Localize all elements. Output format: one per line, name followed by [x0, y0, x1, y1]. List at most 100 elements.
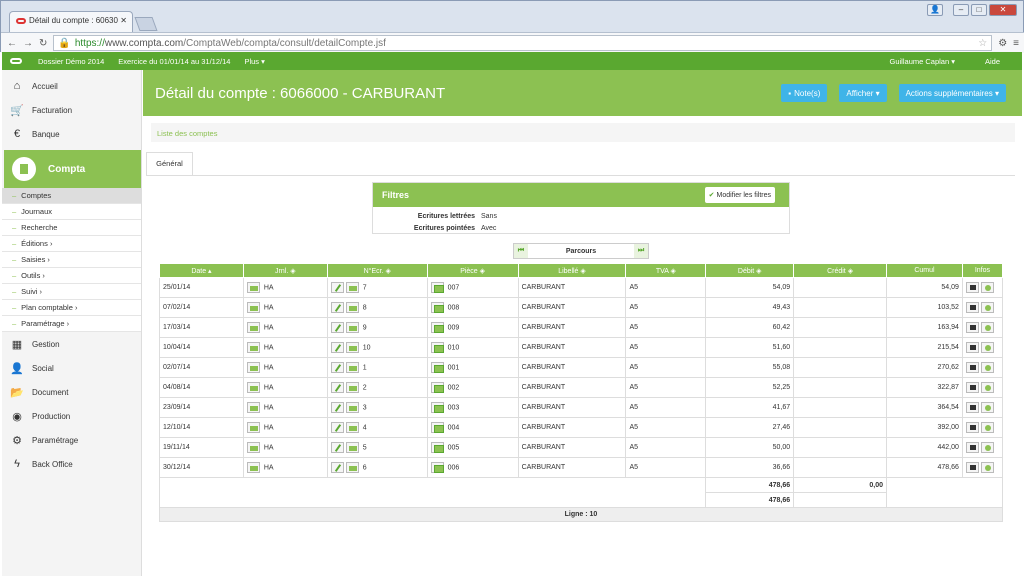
bookmark-star-icon[interactable]: ☆ — [978, 38, 987, 49]
maximize-button[interactable]: □ — [971, 4, 987, 16]
table-row[interactable]: 25/01/14 HA 7 007 CARBURANT A5 54,09 54,09 — [159, 277, 1004, 298]
new-tab-button[interactable] — [134, 17, 158, 31]
back-icon[interactable]: ← — [7, 38, 17, 49]
view-icon[interactable] — [980, 302, 994, 313]
folder-icon[interactable] — [345, 462, 359, 473]
comment-icon[interactable] — [965, 382, 979, 393]
sidebar-item-accueil[interactable]: ⌂ Accueil — [2, 74, 141, 98]
subnav-suivi[interactable]: – Suivi › — [2, 284, 141, 300]
sidebar-item-facturation[interactable]: 🛒 Facturation — [2, 98, 141, 122]
dossier-label[interactable]: Dossier Démo 2014 — [38, 57, 104, 66]
view-icon[interactable] — [980, 362, 994, 373]
image-icon[interactable] — [430, 282, 444, 293]
table-row[interactable]: 07/02/14 HA 8 008 CARBURANT A5 49,43 103,52 — [159, 297, 1004, 318]
subnav-recherche[interactable]: – Recherche — [2, 220, 141, 236]
edit-icon[interactable] — [330, 282, 344, 293]
table-row[interactable]: 19/11/14 HA 5 005 CARBURANT A5 50,00 442,00 — [159, 437, 1004, 458]
table-row[interactable]: 04/08/14 HA 2 002 CARBURANT A5 52,25 322,87 — [159, 377, 1004, 398]
notes-button[interactable]: ▪ Note(s) — [781, 84, 828, 102]
image-icon[interactable] — [430, 382, 444, 393]
edit-icon[interactable] — [330, 382, 344, 393]
column-header[interactable]: Pièce ◈ — [426, 263, 519, 278]
table-row[interactable]: 02/07/14 HA 1 001 CARBURANT A5 55,08 270,62 — [159, 357, 1004, 378]
image-icon[interactable] — [430, 362, 444, 373]
reload-icon[interactable]: ↻ — [39, 38, 47, 49]
comment-icon[interactable] — [965, 322, 979, 333]
table-row[interactable]: 30/12/14 HA 6 006 CARBURANT A5 36,66 478,66 — [159, 457, 1004, 478]
folder-icon[interactable] — [246, 382, 260, 393]
comment-icon[interactable] — [965, 302, 979, 313]
minimize-button[interactable]: – — [953, 4, 969, 16]
sidebar-item-production[interactable]: ◉ Production — [2, 404, 141, 428]
folder-icon[interactable] — [246, 302, 260, 313]
settings-icon[interactable]: ⚙ — [998, 38, 1007, 49]
last-page-icon[interactable]: ⏭ — [634, 244, 648, 258]
profile-icon[interactable]: 👤 — [927, 4, 943, 16]
image-icon[interactable] — [430, 322, 444, 333]
first-page-icon[interactable]: ⏮ — [514, 244, 528, 258]
image-icon[interactable] — [430, 422, 444, 433]
comment-icon[interactable] — [965, 442, 979, 453]
edit-icon[interactable] — [330, 302, 344, 313]
comment-icon[interactable] — [965, 402, 979, 413]
exercice-label[interactable]: Exercice du 01/01/14 au 31/12/14 — [118, 57, 230, 66]
column-header[interactable]: Jrnl. ◈ — [242, 263, 328, 278]
image-icon[interactable] — [430, 402, 444, 413]
user-menu[interactable]: Guillaume Caplan ▾ — [890, 57, 955, 66]
folder-icon[interactable] — [345, 382, 359, 393]
sidebar-item-document[interactable]: 📂 Document — [2, 380, 141, 404]
folder-icon[interactable] — [246, 422, 260, 433]
edit-icon[interactable] — [330, 362, 344, 373]
table-row[interactable]: 23/09/14 HA 3 003 CARBURANT A5 41,67 364,54 — [159, 397, 1004, 418]
sidebar-item-banque[interactable]: € Banque — [2, 122, 141, 146]
address-bar[interactable]: 🔒 https://www.compta.com/ComptaWeb/compt… — [53, 35, 993, 51]
folder-icon[interactable] — [345, 282, 359, 293]
sidebar-item-social[interactable]: 👤 Social — [2, 356, 141, 380]
view-icon[interactable] — [980, 402, 994, 413]
folder-icon[interactable] — [345, 402, 359, 413]
folder-icon[interactable] — [345, 322, 359, 333]
table-row[interactable]: 17/03/14 HA 9 009 CARBURANT A5 60,42 163,94 — [159, 317, 1004, 338]
comment-icon[interactable] — [965, 282, 979, 293]
folder-icon[interactable] — [246, 282, 260, 293]
breadcrumb[interactable]: Liste des comptes — [151, 123, 1015, 142]
edit-icon[interactable] — [330, 342, 344, 353]
subnav-plan-comptable[interactable]: – Plan comptable › — [2, 300, 141, 316]
column-header[interactable]: Libellé ◈ — [517, 263, 627, 278]
folder-icon[interactable] — [246, 322, 260, 333]
view-icon[interactable] — [980, 342, 994, 353]
browser-tab[interactable]: Détail du compte : 60630 ✕ — [9, 11, 133, 32]
edit-icon[interactable] — [330, 442, 344, 453]
view-icon[interactable] — [980, 322, 994, 333]
folder-icon[interactable] — [345, 342, 359, 353]
edit-icon[interactable] — [330, 402, 344, 413]
tab-general[interactable]: Général — [146, 152, 193, 176]
view-icon[interactable] — [980, 282, 994, 293]
column-header[interactable]: Crédit ◈ — [793, 263, 888, 278]
edit-icon[interactable] — [330, 322, 344, 333]
folder-icon[interactable] — [345, 302, 359, 313]
actions-button[interactable]: Actions supplémentaires ▾ — [898, 84, 1006, 102]
image-icon[interactable] — [430, 342, 444, 353]
view-icon[interactable] — [980, 462, 994, 473]
subnav-journaux[interactable]: – Journaux — [2, 204, 141, 220]
sidebar-item-compta[interactable]: Compta — [4, 150, 141, 188]
subnav-saisies[interactable]: – Saisies › — [2, 252, 141, 268]
comment-icon[interactable] — [965, 462, 979, 473]
column-header[interactable]: Date ▴ — [159, 263, 244, 278]
tab-close-icon[interactable]: ✕ — [120, 16, 127, 25]
subnav-comptes[interactable]: – Comptes — [2, 188, 141, 204]
forward-icon[interactable]: → — [23, 38, 33, 49]
folder-icon[interactable] — [246, 442, 260, 453]
close-window-button[interactable]: ✕ — [989, 4, 1017, 16]
image-icon[interactable] — [430, 302, 444, 313]
view-icon[interactable] — [980, 382, 994, 393]
afficher-button[interactable]: Afficher ▾ — [839, 84, 887, 102]
menu-icon[interactable]: ≡ — [1013, 38, 1019, 49]
folder-icon[interactable] — [345, 442, 359, 453]
subnav-editions[interactable]: – Éditions › — [2, 236, 141, 252]
comment-icon[interactable] — [965, 422, 979, 433]
plus-menu[interactable]: Plus ▾ — [244, 57, 264, 66]
table-row[interactable]: 10/04/14 HA 10 010 CARBURANT A5 51,60 215,54 — [159, 337, 1004, 358]
folder-icon[interactable] — [246, 402, 260, 413]
